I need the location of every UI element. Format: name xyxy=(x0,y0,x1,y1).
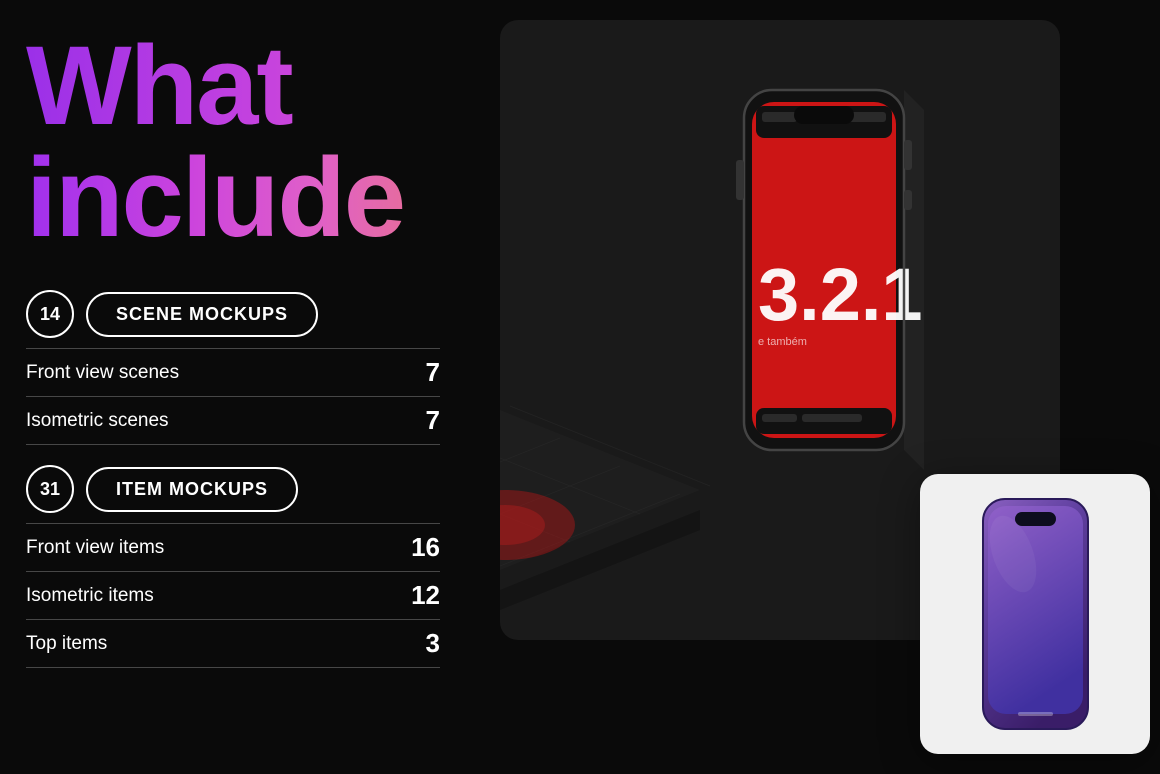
headline: What include xyxy=(26,30,440,254)
scene-mockups-label: SCENE MOCKUPS xyxy=(86,292,318,337)
item-mockups-label: ITEM MOCKUPS xyxy=(86,467,298,512)
iso-floor-svg xyxy=(500,330,750,610)
stat-label: Isometric scenes xyxy=(26,410,169,432)
scene-mockups-badge-row: 14 SCENE MOCKUPS xyxy=(26,290,440,338)
right-panel: 3.2.1 e também xyxy=(470,0,1160,774)
stat-row: Isometric scenes 7 xyxy=(26,397,440,445)
small-mockup-card xyxy=(920,474,1150,754)
headline-line1: What xyxy=(26,30,440,142)
svg-text:e também: e também xyxy=(758,336,807,348)
stat-label: Isometric items xyxy=(26,585,154,607)
scene-mockups-number: 14 xyxy=(26,290,74,338)
scene-stats: Front view scenes 7 Isometric scenes 7 xyxy=(26,348,440,445)
stat-row: Front view scenes 7 xyxy=(26,348,440,397)
stat-value: 3 xyxy=(426,628,440,659)
stat-row: Front view items 16 xyxy=(26,523,440,572)
stat-value: 7 xyxy=(426,405,440,436)
svg-text:3.2.1: 3.2.1 xyxy=(758,253,923,336)
stat-value: 7 xyxy=(426,357,440,388)
item-mockups-badge-row: 31 ITEM MOCKUPS xyxy=(26,465,440,513)
headline-line2: include xyxy=(26,142,440,254)
stat-label: Front view items xyxy=(26,537,164,559)
stat-value: 16 xyxy=(411,532,440,563)
stat-row-top-items: Top items 3 xyxy=(26,620,440,668)
stat-value: 12 xyxy=(411,580,440,611)
isometric-phone: 3.2.1 e também xyxy=(714,60,934,505)
stat-label: Front view scenes xyxy=(26,362,179,384)
left-panel: What include 14 SCENE MOCKUPS Front view… xyxy=(0,0,470,774)
stat-row: Isometric items 12 xyxy=(26,572,440,620)
front-view-phone xyxy=(978,494,1093,734)
stat-label: Top items xyxy=(26,633,107,655)
item-mockups-number: 31 xyxy=(26,465,74,513)
item-stats: Front view items 16 Isometric items 12 T… xyxy=(26,523,440,668)
